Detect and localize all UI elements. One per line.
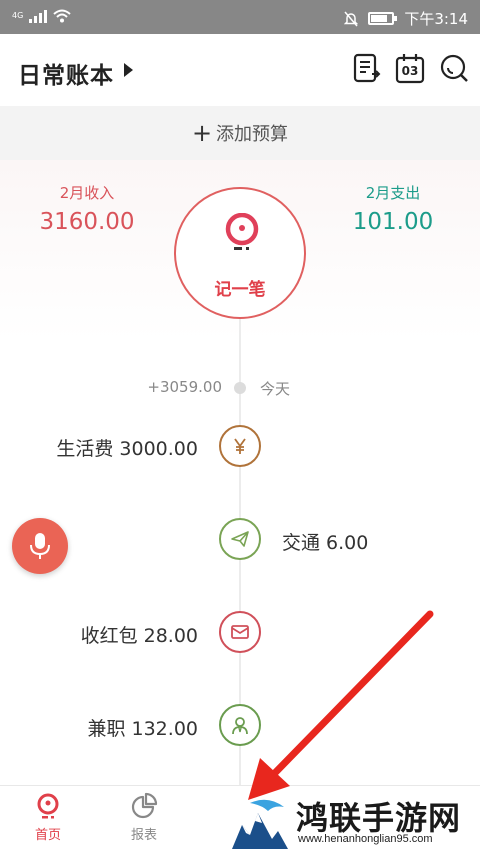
status-left: 4G <box>12 9 71 23</box>
add-budget-button[interactable]: + 添加预算 <box>0 106 480 160</box>
entry-label[interactable]: 生活费 3000.00 <box>56 434 198 461</box>
book-switch-caret-icon[interactable] <box>124 63 133 77</box>
status-bar: 4G 下午3:14 <box>0 0 480 34</box>
home-icon <box>37 793 59 819</box>
microphone-icon <box>30 533 50 559</box>
yuan-icon[interactable] <box>219 425 261 467</box>
status-time: 下午3:14 <box>404 10 468 28</box>
app-logo-icon <box>225 213 259 250</box>
nav-item-reports[interactable]: 报表 <box>114 792 174 843</box>
status-right: 下午3:14 <box>344 8 468 29</box>
book-title[interactable]: 日常账本 <box>18 56 114 90</box>
nav-label: 报表 <box>130 828 157 843</box>
mute-icon <box>344 11 359 26</box>
nav-label: 首页 <box>34 828 61 843</box>
record-entry-button[interactable]: 记一笔 <box>174 187 306 319</box>
watermark: 鸿联手游网 www.henanhonglian95.com <box>228 793 480 853</box>
bill-list-icon[interactable] <box>350 52 384 86</box>
wifi-icon <box>53 9 71 23</box>
signal-icon <box>29 9 48 23</box>
income-summary: 2月收入 3160.00 <box>22 182 152 235</box>
record-label: 记一笔 <box>214 280 266 300</box>
plus-icon: + <box>191 119 213 147</box>
entry-label[interactable]: 收红包 28.00 <box>81 621 198 648</box>
paper-plane-icon[interactable] <box>219 518 261 560</box>
voice-input-button[interactable] <box>12 518 68 574</box>
pie-chart-icon <box>131 792 158 819</box>
income-label: 2月收入 <box>59 184 115 202</box>
watermark-url: www.henanhonglian95.com <box>298 833 433 845</box>
income-value: 3160.00 <box>39 209 135 235</box>
entry-label[interactable]: 交通 6.00 <box>282 528 368 555</box>
app-header: 日常账本 03 <box>0 34 480 106</box>
calendar-icon[interactable]: 03 <box>393 52 427 86</box>
day-label: 今天 <box>260 380 291 398</box>
entry-label[interactable]: 兼职 132.00 <box>87 714 198 741</box>
search-icon[interactable] <box>437 52 471 86</box>
nav-item-home[interactable]: 首页 <box>18 792 78 843</box>
app-screen: 4G 下午3:14 日常账本 03 + 添加预算 2月收入 3160.00 2月… <box>0 0 480 853</box>
expense-label: 2月支出 <box>365 184 421 202</box>
network-type: 4G <box>12 11 24 20</box>
red-arrow-annotation <box>248 610 434 800</box>
expense-summary: 2月支出 101.00 <box>328 182 458 235</box>
expense-value: 101.00 <box>352 209 434 235</box>
day-dot <box>234 382 246 394</box>
calendar-day: 03 <box>401 64 419 78</box>
battery-icon <box>368 12 398 25</box>
watermark-logo <box>232 799 288 849</box>
day-total: +3059.00 <box>147 378 222 396</box>
add-budget-label: 添加预算 <box>216 124 289 145</box>
